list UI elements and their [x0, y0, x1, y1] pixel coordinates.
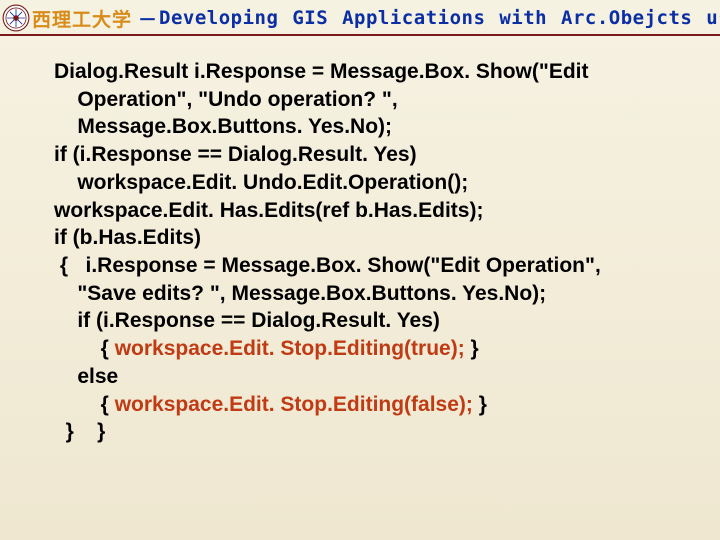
code-line: { workspace.Edit. Stop.Editing(true); } [54, 335, 680, 363]
highlighted-code: workspace.Edit. Stop.Editing(false); [115, 393, 473, 416]
code-line: "Save edits? ", Message.Box.Buttons. Yes… [54, 280, 680, 308]
university-logo-icon [2, 4, 30, 32]
code-line: workspace.Edit. Undo.Edit.Operation(); [54, 169, 680, 197]
code-line: if (i.Response == Dialog.Result. Yes) [54, 307, 680, 335]
code-line: Message.Box.Buttons. Yes.No); [54, 113, 680, 141]
course-title: Developing GIS Applications with Arc.Obe… [159, 7, 720, 29]
highlighted-code: workspace.Edit. Stop.Editing(true); [115, 337, 465, 360]
code-line: if (b.Has.Edits) [54, 224, 680, 252]
code-line: Dialog.Result i.Response = Message.Box. … [54, 58, 680, 86]
code-line: if (i.Response == Dialog.Result. Yes) [54, 141, 680, 169]
slide: 西理工大学 － Developing GIS Applications with… [0, 0, 720, 540]
code-line: workspace.Edit. Has.Edits(ref b.Has.Edit… [54, 197, 680, 225]
code-line: Operation", "Undo operation? ", [54, 86, 680, 114]
slide-header: 西理工大学 － Developing GIS Applications with… [0, 0, 720, 36]
code-line: else [54, 363, 680, 391]
university-name: 西理工大学 [32, 5, 132, 32]
code-line: { i.Response = Message.Box. Show("Edit O… [54, 252, 680, 280]
code-block: Dialog.Result i.Response = Message.Box. … [0, 36, 720, 446]
code-line: } } [54, 418, 680, 446]
header-separator: － [138, 5, 157, 32]
code-line: { workspace.Edit. Stop.Editing(false); } [54, 391, 680, 419]
